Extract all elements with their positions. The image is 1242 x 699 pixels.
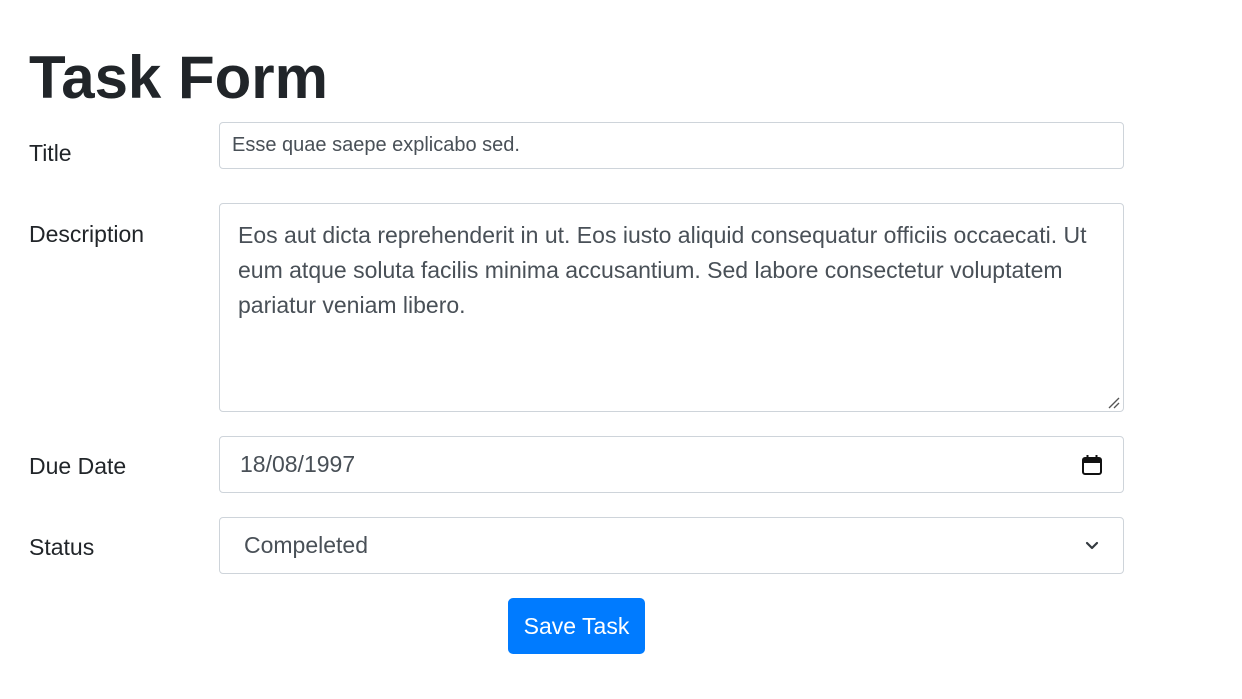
due-date-label: Due Date bbox=[29, 453, 127, 479]
save-task-button[interactable]: Save Task bbox=[508, 598, 645, 654]
due-date-input[interactable]: 18/08/1997 bbox=[219, 436, 1124, 493]
description-textarea[interactable]: Eos aut dicta reprehenderit in ut. Eos i… bbox=[219, 203, 1124, 412]
status-selected-value: Compeleted bbox=[244, 532, 369, 558]
calendar-icon[interactable] bbox=[1081, 454, 1103, 476]
description-label: Description bbox=[29, 221, 145, 247]
chevron-down-icon bbox=[1085, 541, 1099, 551]
title-label: Title bbox=[29, 140, 72, 166]
title-input[interactable] bbox=[219, 122, 1124, 169]
resize-grip-icon[interactable] bbox=[1106, 395, 1120, 409]
page-title: Task Form bbox=[29, 44, 328, 111]
due-date-value: 18/08/1997 bbox=[240, 451, 356, 477]
status-label: Status bbox=[29, 534, 95, 560]
status-select[interactable]: Compeleted bbox=[219, 517, 1124, 574]
